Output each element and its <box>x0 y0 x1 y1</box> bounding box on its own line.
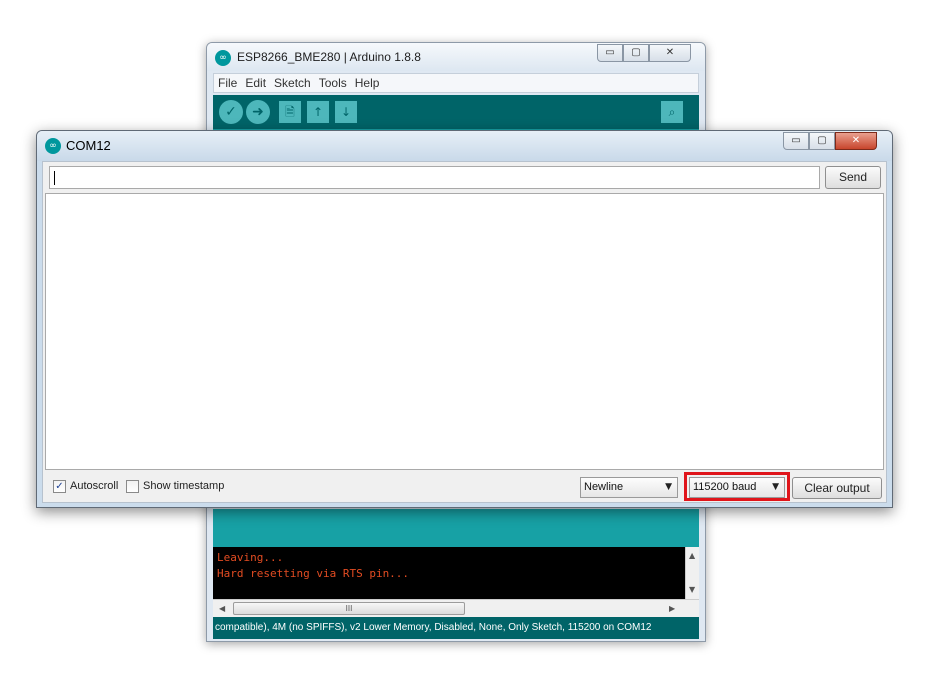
autoscroll-checkbox[interactable]: ✓ <box>53 480 66 493</box>
menu-file[interactable]: File <box>218 76 237 90</box>
send-button[interactable]: Send <box>825 166 881 189</box>
scroll-up-icon[interactable]: ▲ <box>689 551 695 560</box>
line-ending-value: Newline <box>584 481 624 493</box>
serial-title-bar <box>37 131 892 161</box>
baud-rate-value: 115200 baud <box>693 481 757 493</box>
serial-output-area[interactable] <box>45 193 884 470</box>
scroll-right-icon[interactable]: ▶ <box>669 604 675 613</box>
serial-bottom-bar: ✓ Autoscroll Show timestamp Newline ▼ 11… <box>43 471 886 503</box>
menu-help[interactable]: Help <box>355 76 380 90</box>
serial-window-controls: ▭ ▢ ✕ <box>783 132 877 150</box>
baud-rate-select[interactable]: 115200 baud ▼ <box>689 477 785 498</box>
upload-icon[interactable]: ➜ <box>246 100 270 124</box>
chevron-down-icon: ▼ <box>665 482 672 492</box>
line-ending-select[interactable]: Newline ▼ <box>580 477 678 498</box>
arduino-logo-icon: ∞ <box>45 138 61 154</box>
ide-close-button[interactable]: ✕ <box>649 44 691 62</box>
show-timestamp-label: Show timestamp <box>143 480 225 492</box>
console-line: Hard resetting via RTS pin... <box>217 567 410 580</box>
ide-console: Leaving... Hard resetting via RTS pin...… <box>213 547 699 599</box>
serial-monitor-body: Send ✓ Autoscroll Show timestamp Newline… <box>42 161 887 503</box>
ide-maximize-button[interactable]: ▢ <box>623 44 649 62</box>
serial-minimize-button[interactable]: ▭ <box>783 132 809 150</box>
serial-window-title: COM12 <box>66 138 111 153</box>
serial-maximize-button[interactable]: ▢ <box>809 132 835 150</box>
chevron-down-icon: ▼ <box>772 482 779 492</box>
serial-monitor-icon[interactable]: ⌕ <box>661 101 683 123</box>
text-caret <box>54 171 55 185</box>
menu-edit[interactable]: Edit <box>245 76 266 90</box>
scroll-down-icon[interactable]: ▼ <box>689 585 695 594</box>
show-timestamp-checkbox[interactable] <box>126 480 139 493</box>
ide-menu-bar: File Edit Sketch Tools Help <box>213 73 699 93</box>
ide-window-title: ESP8266_BME280 | Arduino 1.8.8 <box>237 50 421 64</box>
arduino-logo-icon: ∞ <box>215 50 231 66</box>
serial-monitor-window: ∞ COM12 ▭ ▢ ✕ Send ✓ Autoscroll Show tim… <box>36 130 893 508</box>
new-sketch-icon[interactable]: 🗎 <box>279 101 301 123</box>
ide-window-controls: ▭ ▢ ✕ <box>597 44 691 62</box>
scrollbar-thumb[interactable]: III <box>233 602 465 615</box>
menu-tools[interactable]: Tools <box>319 76 347 90</box>
open-sketch-icon[interactable]: ↑ <box>307 101 329 123</box>
verify-icon[interactable]: ✓ <box>219 100 243 124</box>
ide-editor-divider <box>213 509 699 547</box>
console-vertical-scrollbar[interactable]: ▲ ▼ <box>685 547 699 599</box>
ide-status-bar: compatible), 4M (no SPIFFS), v2 Lower Me… <box>213 617 699 639</box>
save-sketch-icon[interactable]: ↓ <box>335 101 357 123</box>
serial-close-button[interactable]: ✕ <box>835 132 877 150</box>
console-horizontal-scrollbar[interactable]: ◀ III ▶ <box>213 599 699 617</box>
menu-sketch[interactable]: Sketch <box>274 76 311 90</box>
ide-toolbar: ✓ ➜ 🗎 ↑ ↓ ⌕ <box>213 95 699 129</box>
scroll-left-icon[interactable]: ◀ <box>219 604 225 613</box>
ide-minimize-button[interactable]: ▭ <box>597 44 623 62</box>
autoscroll-label: Autoscroll <box>70 480 119 492</box>
console-line: Leaving... <box>217 551 284 564</box>
serial-input-field[interactable] <box>49 166 820 189</box>
clear-output-button[interactable]: Clear output <box>792 477 882 499</box>
